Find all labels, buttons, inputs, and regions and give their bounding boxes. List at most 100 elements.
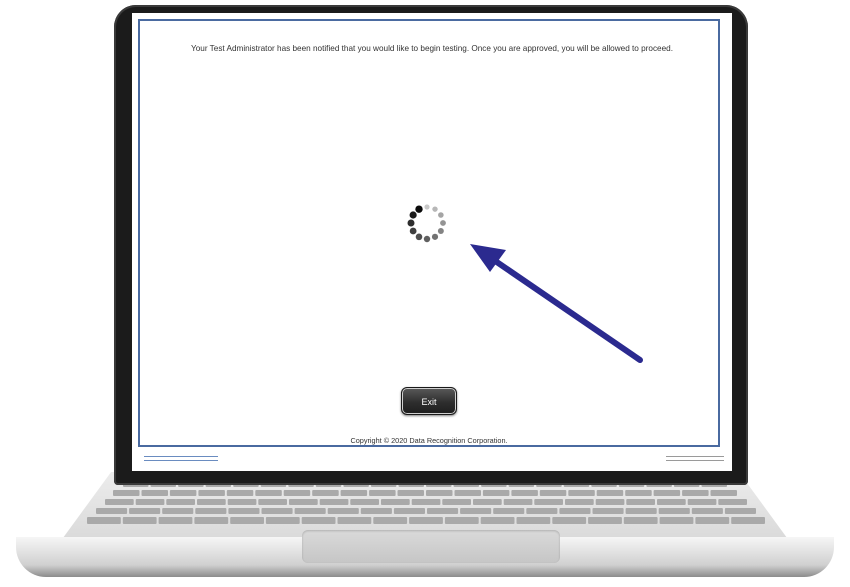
keyboard-key — [409, 517, 443, 524]
keyboard-key — [113, 490, 140, 496]
keyboard-key — [360, 508, 392, 514]
keyboard-key — [194, 517, 229, 524]
keyboard-key — [552, 517, 587, 524]
keyboard-key — [511, 490, 538, 496]
keyboard-key — [283, 490, 311, 496]
keyboard-key — [539, 490, 567, 496]
keyboard-key — [534, 499, 563, 505]
keyboard-key — [691, 508, 723, 514]
keyboard-key — [135, 499, 165, 505]
keyboard-key — [141, 490, 168, 496]
keyboard-key — [588, 517, 622, 524]
keyboard-key — [682, 490, 709, 496]
keyboard-key — [480, 517, 515, 524]
keyboard-key — [340, 490, 368, 496]
keyboard-key — [724, 508, 756, 514]
keyboard-key — [596, 490, 624, 496]
keyboard-key — [258, 499, 287, 505]
spinner-dot — [438, 212, 444, 218]
keyboard-key — [625, 508, 657, 514]
keyboard-key — [228, 508, 260, 514]
spinner-dot — [415, 205, 423, 213]
keyboard-key — [626, 499, 655, 505]
keyboard-key — [595, 499, 625, 505]
keyboard-key — [197, 499, 226, 505]
keyboard-key — [397, 490, 424, 496]
keyboard-key — [568, 490, 595, 496]
keyboard-key — [687, 499, 717, 505]
keyboard-key — [301, 517, 336, 524]
keyboard-key — [230, 517, 264, 524]
keyboard-key — [653, 490, 681, 496]
keyboard-key — [659, 517, 694, 524]
keyboard-key — [442, 499, 471, 505]
keyboard-key — [623, 517, 658, 524]
spinner-dot — [407, 219, 415, 227]
keyboard-key — [516, 517, 551, 524]
keyboard-key — [369, 490, 396, 496]
keyboard-key — [255, 490, 282, 496]
keyboard-key — [657, 499, 686, 505]
keyboard-key — [265, 517, 300, 524]
keyboard-key — [226, 490, 254, 496]
exit-button[interactable]: Exit — [401, 387, 457, 415]
keyboard-key — [710, 490, 737, 496]
keyboard-key — [473, 499, 502, 505]
spinner-dot — [423, 235, 431, 243]
keyboard-key — [460, 508, 492, 514]
spinner-dot — [415, 233, 423, 241]
keyboard-key — [312, 490, 339, 496]
spinner-dot — [431, 233, 439, 240]
keyboard-key — [373, 517, 408, 524]
keyboard-key — [337, 517, 372, 524]
keyboard-key — [162, 508, 194, 514]
spinner-dot — [437, 228, 444, 234]
scrollbar-right[interactable] — [666, 456, 724, 461]
keyboard-key — [198, 490, 225, 496]
keyboard-key — [195, 508, 227, 514]
scrollbar-left[interactable] — [144, 456, 218, 461]
keyboard-key — [261, 508, 293, 514]
copyright-text: Copyright © 2020 Data Recognition Corpor… — [350, 436, 508, 445]
keyboard-key — [565, 499, 594, 505]
keyboard-key — [503, 499, 533, 505]
laptop-illustration: Your Test Administrator has been notifie… — [0, 0, 850, 587]
keyboard-key — [87, 517, 121, 524]
keyboard-key — [493, 508, 525, 514]
keyboard-key — [129, 508, 161, 514]
keyboard-key — [411, 499, 441, 505]
keyboard-key — [166, 499, 195, 505]
keyboard-key — [294, 508, 326, 514]
keyboard-key — [454, 490, 481, 496]
spinner-dot — [409, 227, 417, 235]
keyboard-key — [592, 508, 624, 514]
test-waiting-window: Your Test Administrator has been notifie… — [138, 19, 720, 447]
spinner-dot — [432, 206, 438, 212]
keyboard-key — [658, 508, 690, 514]
trackpad — [302, 530, 560, 563]
keyboard-key — [731, 517, 765, 524]
loading-spinner-icon — [407, 204, 446, 243]
spinner-dot — [424, 204, 430, 210]
keyboard-key — [482, 490, 510, 496]
spinner-dot — [440, 220, 446, 226]
keyboard-key — [289, 499, 318, 505]
keyboard-key — [427, 508, 459, 514]
spinner-dot — [409, 211, 417, 219]
keyboard-key — [227, 499, 257, 505]
keyboard-key — [625, 490, 652, 496]
keyboard-key — [718, 499, 747, 505]
waiting-message: Your Test Administrator has been notifie… — [191, 44, 673, 53]
keyboard-key — [393, 508, 425, 514]
keyboard-key — [319, 499, 349, 505]
keyboard-key — [381, 499, 410, 505]
keyboard-key — [695, 517, 730, 524]
keyboard-key — [350, 499, 379, 505]
keyboard-key — [559, 508, 591, 514]
keyboard-key — [96, 508, 128, 514]
laptop-screen: Your Test Administrator has been notifie… — [132, 13, 732, 471]
keyboard-key — [426, 490, 453, 496]
keyboard-key — [169, 490, 197, 496]
keyboard-key — [526, 508, 558, 514]
keyboard-key — [105, 499, 134, 505]
